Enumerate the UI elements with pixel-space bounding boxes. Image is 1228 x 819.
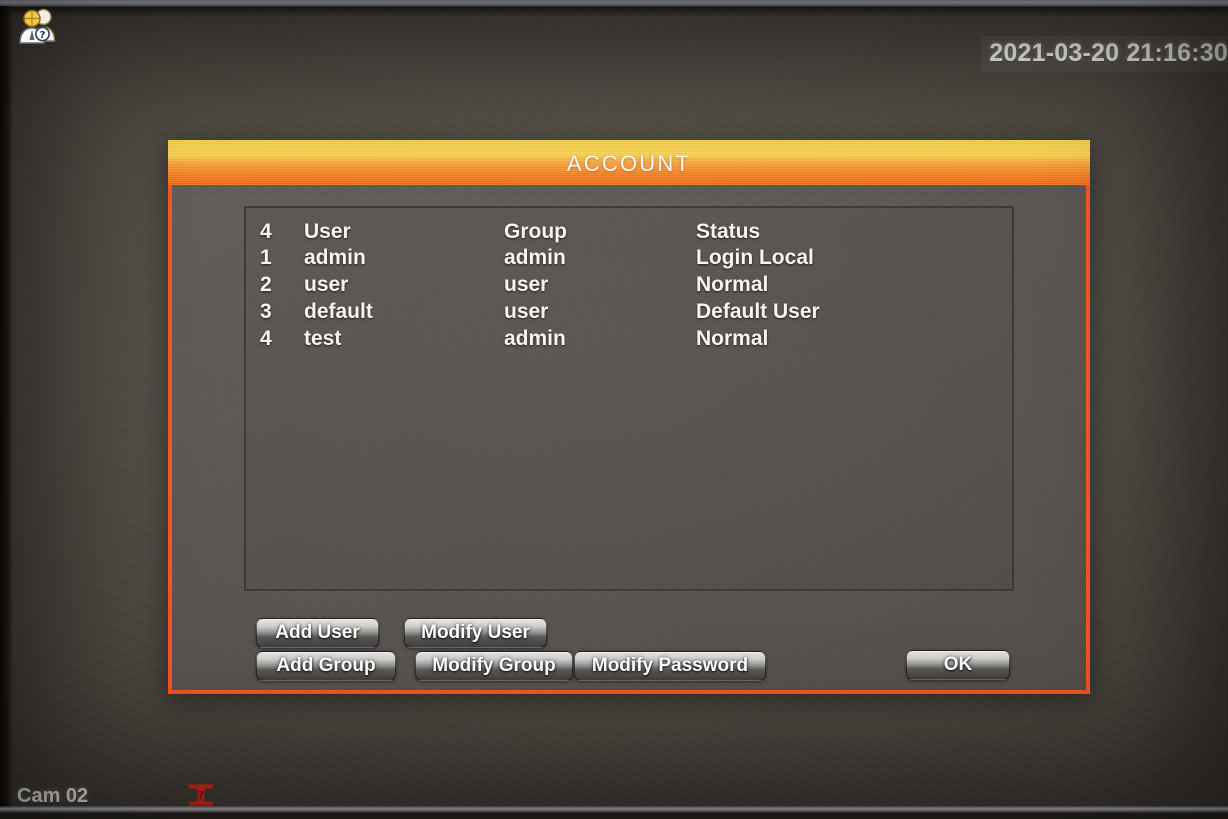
- svg-text:?: ?: [40, 30, 46, 41]
- row-group: user: [504, 273, 549, 296]
- row-group: admin: [504, 246, 566, 269]
- modify-group-button[interactable]: Modify Group: [415, 651, 573, 681]
- row-status: Normal: [696, 273, 769, 296]
- table-header-status: Status: [696, 220, 761, 243]
- monitor-bezel-bottom-glare: [0, 806, 1228, 813]
- row-group: user: [504, 300, 549, 323]
- table-header-row: 4 User Group Status: [246, 220, 1012, 246]
- users-account-icon: ?: [19, 8, 56, 44]
- svg-text:?: ?: [198, 789, 204, 802]
- table-row[interactable]: 2 user user Normal: [246, 273, 1012, 299]
- row-index: 4: [260, 327, 272, 350]
- modify-user-button[interactable]: Modify User: [404, 618, 547, 648]
- page-title: ACCOUNT: [566, 151, 692, 176]
- account-list-panel[interactable]: 4 User Group Status 1 admin admin Login …: [244, 206, 1014, 591]
- table-row[interactable]: 1 admin admin Login Local: [246, 246, 1012, 272]
- row-status: Default User: [696, 300, 820, 323]
- osd-timestamp: 2021-03-20 21:16:30: [981, 36, 1228, 72]
- table-header-group: Group: [504, 220, 567, 243]
- row-status: Normal: [696, 327, 769, 350]
- monitor-bezel-top-shadow: [0, 7, 1228, 17]
- dvr-screen: 2021-03-20 21:16:30 4 User Group Status …: [0, 0, 1228, 819]
- row-index: 3: [260, 300, 272, 323]
- row-status: Login Local: [696, 246, 814, 269]
- row-user: test: [304, 327, 342, 350]
- monitor-bezel-top-glare: [0, 0, 1228, 7]
- table-header-user: User: [304, 220, 351, 243]
- camera-label: Cam 02: [17, 785, 89, 807]
- row-user: admin: [304, 246, 366, 269]
- row-index: 1: [260, 246, 272, 269]
- monitor-bezel-bottom-fill: [0, 813, 1228, 819]
- table-header-index: 4: [260, 220, 272, 243]
- row-user: user: [304, 273, 349, 296]
- row-user: default: [304, 300, 373, 323]
- table-row[interactable]: 3 default user Default User: [246, 300, 1012, 326]
- record-indicator-icon: ?: [189, 784, 213, 806]
- monitor-bezel-left-edge: [0, 6, 13, 819]
- account-dialog: 4 User Group Status 1 admin admin Login …: [168, 140, 1090, 694]
- ok-button[interactable]: OK: [906, 650, 1010, 680]
- row-group: admin: [504, 327, 566, 350]
- dialog-titlebar: ACCOUNT: [168, 140, 1090, 185]
- modify-password-button[interactable]: Modify Password: [574, 651, 766, 681]
- add-group-button[interactable]: Add Group: [256, 651, 396, 681]
- add-user-button[interactable]: Add User: [256, 618, 379, 648]
- table-row[interactable]: 4 test admin Normal: [246, 327, 1012, 353]
- row-index: 2: [260, 273, 272, 296]
